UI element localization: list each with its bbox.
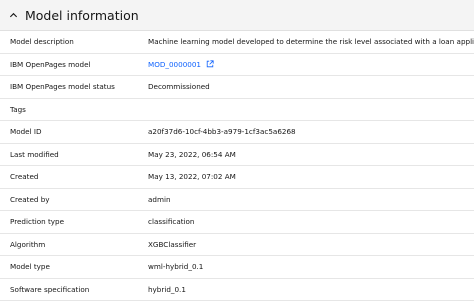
row-label: Algorithm xyxy=(0,240,148,249)
row-value: Decommissioned xyxy=(148,82,474,91)
row-prediction-type: Prediction type classification xyxy=(0,211,474,234)
row-label: Created by xyxy=(0,195,148,204)
row-value: hybrid_0.1 xyxy=(148,285,474,294)
row-created: Created May 13, 2022, 07:02 AM xyxy=(0,166,474,189)
model-information-panel: Model information Model description Mach… xyxy=(0,0,474,295)
row-label: Model description xyxy=(0,37,148,46)
row-label: Software specification xyxy=(0,285,148,294)
section-title: Model information xyxy=(25,8,139,23)
row-value: admin xyxy=(148,195,474,204)
row-value: May 23, 2022, 06:54 AM xyxy=(148,150,474,159)
row-value: wml-hybrid_0.1 xyxy=(148,262,474,271)
row-algorithm: Algorithm XGBClassifier xyxy=(0,234,474,257)
row-created-by: Created by admin xyxy=(0,189,474,212)
row-value: classification xyxy=(148,217,474,226)
row-label: IBM OpenPages model status xyxy=(0,82,148,91)
row-value: May 13, 2022, 07:02 AM xyxy=(148,172,474,181)
row-value: XGBClassifier xyxy=(148,240,474,249)
row-label: IBM OpenPages model xyxy=(0,60,148,69)
row-label: Last modified xyxy=(0,150,148,159)
openpages-model-link-text: MOD_0000001 xyxy=(148,60,201,69)
row-label: Model type xyxy=(0,262,148,271)
row-last-modified: Last modified May 23, 2022, 06:54 AM xyxy=(0,144,474,167)
row-label: Model ID xyxy=(0,127,148,136)
row-label: Created xyxy=(0,172,148,181)
launch-icon[interactable] xyxy=(206,60,214,68)
row-openpages-model: IBM OpenPages model MOD_0000001 xyxy=(0,54,474,77)
openpages-model-link[interactable]: MOD_0000001 xyxy=(148,60,214,69)
model-information-header[interactable]: Model information xyxy=(0,0,474,31)
row-tags: Tags xyxy=(0,99,474,122)
row-model-id: Model ID a20f37d6-10cf-4bb3-a979-1cf3ac5… xyxy=(0,121,474,144)
row-label: Tags xyxy=(0,105,148,114)
row-software-specification: Software specification hybrid_0.1 xyxy=(0,279,474,301)
row-model-type: Model type wml-hybrid_0.1 xyxy=(0,256,474,279)
row-label: Prediction type xyxy=(0,217,148,226)
row-value: Machine learning model developed to dete… xyxy=(148,37,474,46)
row-value: a20f37d6-10cf-4bb3-a979-1cf3ac5a6268 xyxy=(148,127,474,136)
row-model-description: Model description Machine learning model… xyxy=(0,31,474,54)
chevron-up-icon[interactable] xyxy=(7,9,19,21)
row-openpages-model-status: IBM OpenPages model status Decommissione… xyxy=(0,76,474,99)
